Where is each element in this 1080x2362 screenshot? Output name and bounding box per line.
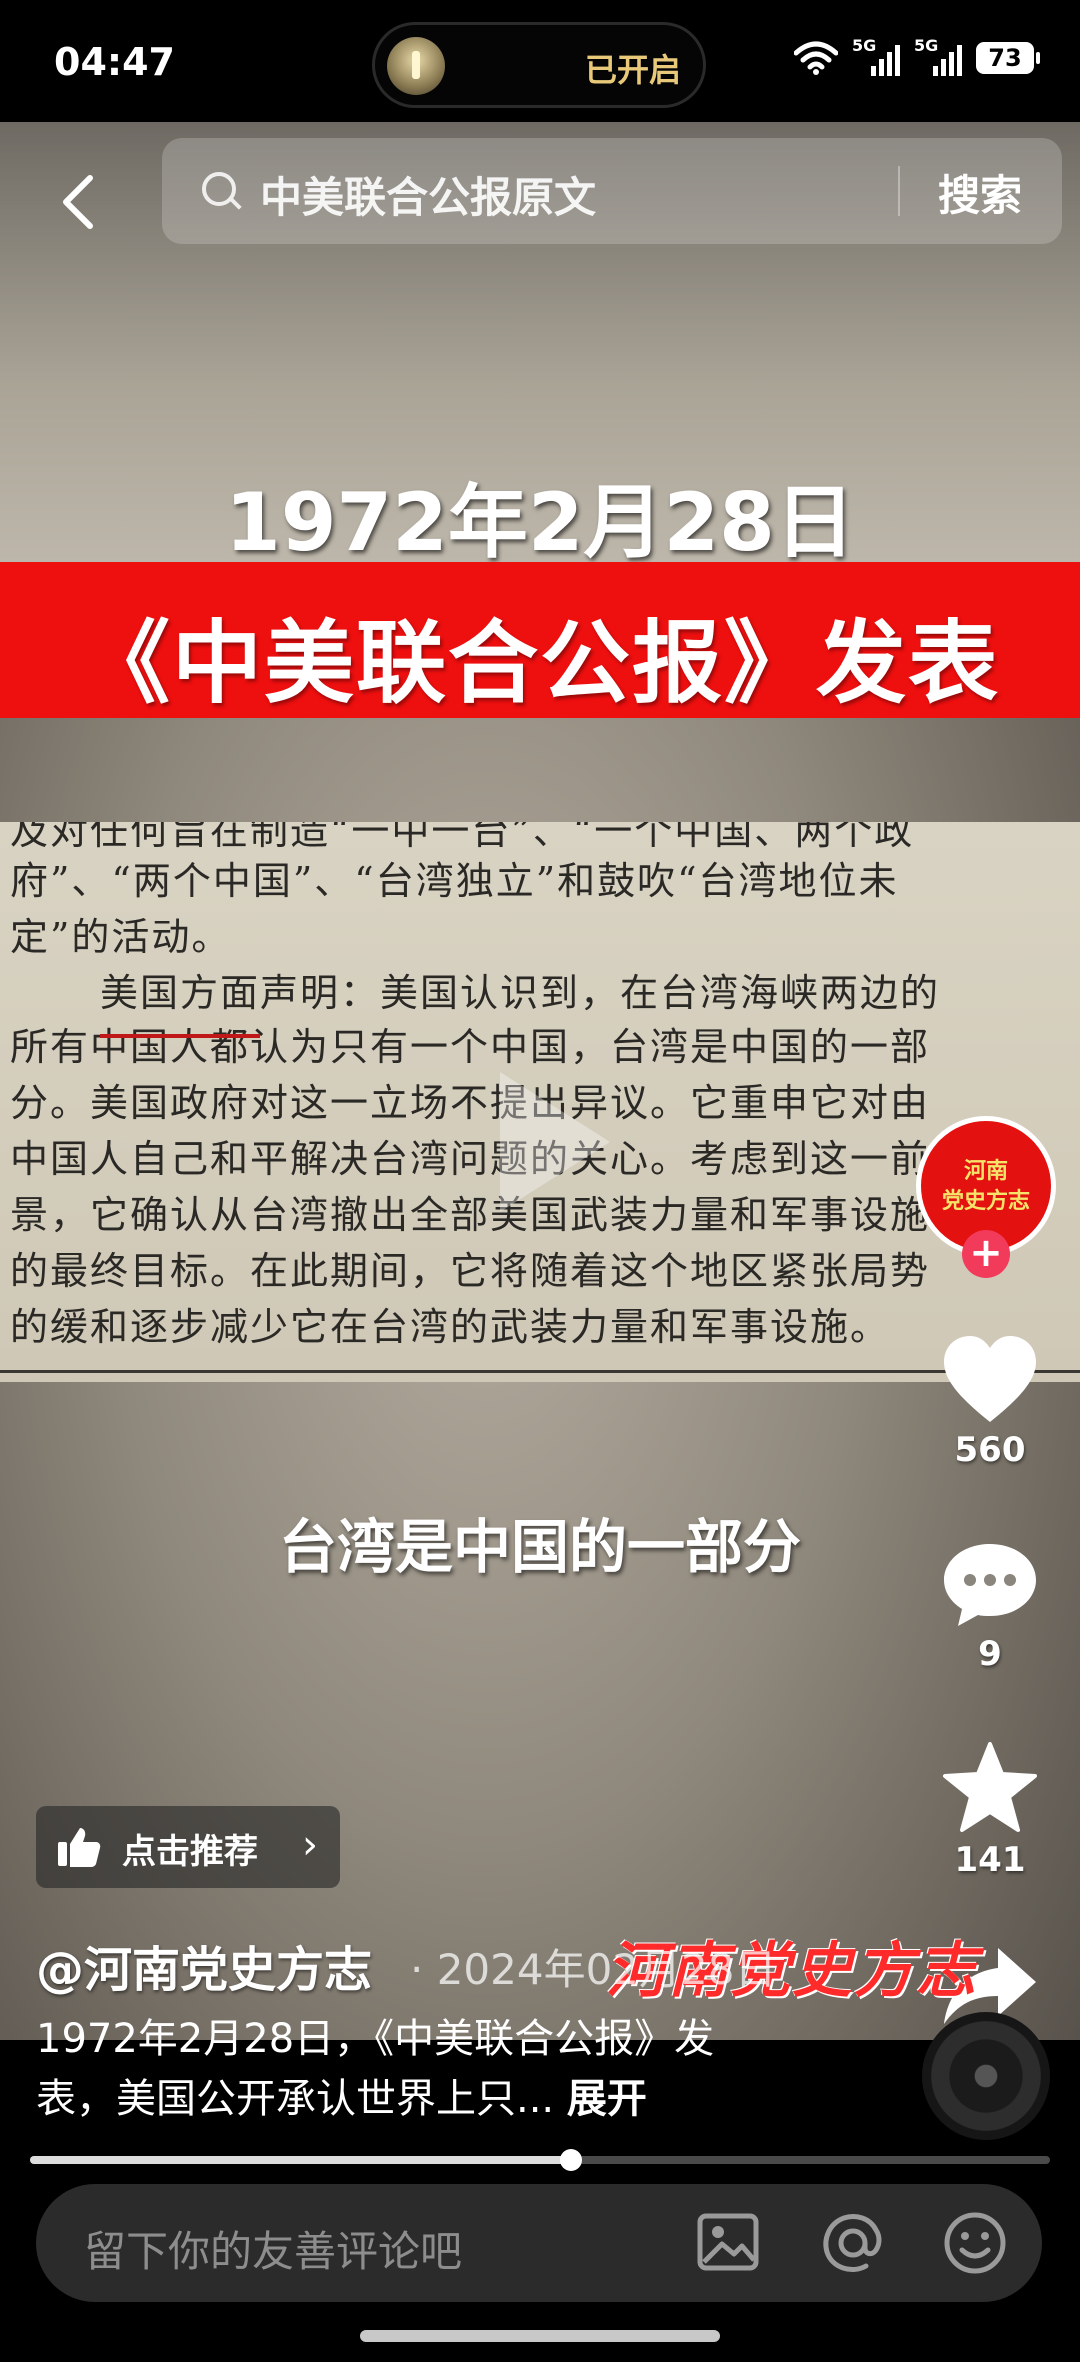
comment-count: 9: [978, 1634, 1002, 1674]
document-line: 定”的活动。: [10, 915, 232, 959]
progress-fill: [30, 2156, 571, 2164]
video-title-banner: 《中美联合公报》发表: [0, 562, 1080, 718]
like-button[interactable]: 560: [930, 1334, 1050, 1470]
avatar-text-line1: 河南: [963, 1158, 1008, 1184]
follow-plus-button[interactable]: +: [962, 1230, 1010, 1278]
post-description-text: 表，美国公开承认世界上只...: [36, 2076, 555, 2122]
comment-button[interactable]: 9: [930, 1540, 1050, 1674]
like-count: 560: [954, 1430, 1026, 1470]
document-line: 府”、“两个中国”、“台湾独立”和鼓吹“台湾地位未: [10, 859, 899, 903]
star-icon: [943, 1742, 1037, 1832]
island-status-text: 已开启: [584, 51, 681, 89]
post-date: · 2024年02月28日: [410, 1945, 777, 1994]
video-title-date: 1972年2月28日: [225, 476, 855, 569]
image-icon[interactable]: [696, 2210, 760, 2274]
music-disc-icon[interactable]: [922, 2012, 1050, 2140]
video-subtitle: 台湾是中国的一部分: [278, 1513, 801, 1581]
favorite-button[interactable]: 141: [930, 1740, 1050, 1880]
document-line: 的最终目标。在此期间，它将随着这个地区紧张局势: [10, 1249, 931, 1293]
search-input[interactable]: 中美联合公报原文: [260, 164, 596, 225]
avatar-text-line2: 党史方志: [941, 1188, 1030, 1214]
comment-input[interactable]: 留下你的友善评论吧: [84, 2218, 462, 2279]
chevron-right-icon: ›: [302, 1822, 318, 1868]
back-arrow-icon[interactable]: [50, 172, 110, 232]
search-divider: [898, 166, 900, 216]
home-indicator[interactable]: [360, 2330, 720, 2342]
mention-icon[interactable]: [820, 2210, 886, 2276]
expand-link[interactable]: 展开: [567, 2076, 647, 2122]
video-progress-bar[interactable]: [30, 2149, 1050, 2171]
status-icons: 5G 5G 73: [794, 36, 1040, 78]
dynamic-island[interactable]: 已开启: [372, 22, 706, 108]
author-name[interactable]: @河南党史方志: [36, 1930, 372, 2000]
post-description-line2: 表，美国公开承认世界上只... 展开: [36, 2066, 647, 2124]
wifi-icon: [794, 41, 838, 75]
favorite-count: 141: [954, 1840, 1026, 1880]
post-description-line1: 1972年2月28日，《中美联合公报》发: [36, 2016, 715, 2062]
cellular-signal-icon-2: 5G: [914, 36, 962, 76]
video-title-banner-text: 《中美联合公报》发表: [80, 611, 1000, 716]
play-icon[interactable]: [440, 1042, 640, 1242]
flashlight-icon: [387, 37, 445, 95]
emoji-icon[interactable]: [942, 2210, 1008, 2276]
search-icon: [202, 172, 236, 206]
status-bar: 04:47 已开启 5G 5G 73: [0, 0, 1080, 122]
thumbs-up-icon: [58, 1828, 101, 1867]
cellular-signal-icon: 5G: [852, 36, 900, 76]
recommend-button[interactable]: 点击推荐 ›: [36, 1806, 340, 1888]
progress-handle[interactable]: [559, 2149, 582, 2171]
document-line: 的缓和逐步减少它在台湾的武装力量和军事设施。: [10, 1305, 891, 1349]
status-time: 04:47: [54, 40, 175, 84]
battery-icon: 73: [976, 42, 1040, 74]
heart-icon: [944, 1336, 1036, 1422]
search-bar[interactable]: 中美联合公报原文 搜索: [162, 138, 1062, 244]
document-underline: [100, 1034, 260, 1038]
recommend-label: 点击推荐: [122, 1832, 258, 1872]
search-button[interactable]: 搜索: [938, 162, 1022, 223]
comment-bar[interactable]: 留下你的友善评论吧: [36, 2184, 1042, 2302]
document-line: 美国方面声明：美国认识到，在台湾海峡两边的: [100, 971, 941, 1015]
comment-icon: [944, 1544, 1036, 1626]
document-divider: [0, 1370, 1080, 1373]
video-player[interactable]: 中美联合公报原文 搜索 1972年2月28日 《中美联合公报》发表 及对任何旨在…: [0, 122, 1080, 2040]
